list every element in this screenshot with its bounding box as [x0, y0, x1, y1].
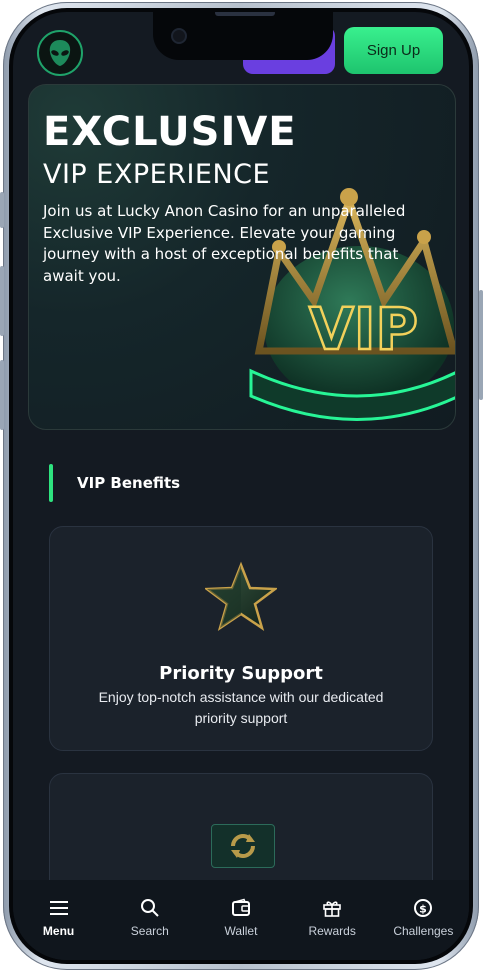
hero-description: Join us at Lucky Anon Casino for an unpa…	[43, 202, 406, 285]
section-title: VIP Benefits	[77, 474, 181, 492]
nav-label: Wallet	[224, 924, 258, 938]
nav-item-challenges[interactable]: $ Challenges	[383, 896, 463, 938]
nav-label: Rewards	[308, 924, 356, 938]
notch	[153, 12, 333, 60]
hero-subtitle: VIP EXPERIENCE	[43, 159, 271, 190]
bottom-navigation: Menu Search Wallet Rewards $ Challenges	[13, 880, 469, 960]
nav-item-wallet[interactable]: Wallet	[201, 896, 281, 938]
benefit-card-priority-support[interactable]: Priority Support Enjoy top-notch assista…	[49, 526, 433, 751]
nav-label: Search	[130, 924, 169, 938]
nav-item-menu[interactable]: Menu	[19, 896, 99, 938]
refresh-icon	[231, 834, 255, 858]
gift-icon	[320, 896, 344, 920]
phone-power-button	[479, 290, 483, 400]
camera	[171, 28, 187, 44]
svg-text:$: $	[420, 903, 428, 916]
speaker	[215, 12, 275, 16]
nav-item-search[interactable]: Search	[110, 896, 190, 938]
coin-icon: $	[411, 896, 435, 920]
nav-item-rewards[interactable]: Rewards	[292, 896, 372, 938]
benefit-title: Priority Support	[159, 663, 323, 684]
benefit-description: Enjoy top-notch assistance with our dedi…	[98, 689, 384, 726]
alien-logo-icon[interactable]	[37, 30, 83, 76]
vip-text: VIP	[309, 295, 418, 363]
wallet-icon	[229, 896, 253, 920]
benefits-section-header: VIP Benefits	[49, 464, 180, 502]
menu-icon	[47, 896, 71, 920]
screen: Sign Up EXCLUSIVE VIP EXPERIENCE Join us…	[13, 12, 469, 960]
phone-side-button	[0, 192, 4, 228]
search-icon	[138, 896, 162, 920]
phone-volume-up	[0, 266, 4, 336]
alien-head-icon	[49, 40, 71, 66]
card-refresh-icon	[211, 824, 275, 868]
hero-title: EXCLUSIVE	[43, 109, 297, 155]
phone-volume-down	[0, 360, 4, 430]
nav-label: Challenges	[393, 924, 454, 938]
section-accent-bar	[49, 464, 53, 502]
nav-label: Menu	[42, 924, 75, 938]
star-icon	[205, 561, 277, 631]
hero-banner: EXCLUSIVE VIP EXPERIENCE Join us at Luck…	[28, 84, 456, 430]
signup-button[interactable]: Sign Up	[344, 27, 443, 74]
